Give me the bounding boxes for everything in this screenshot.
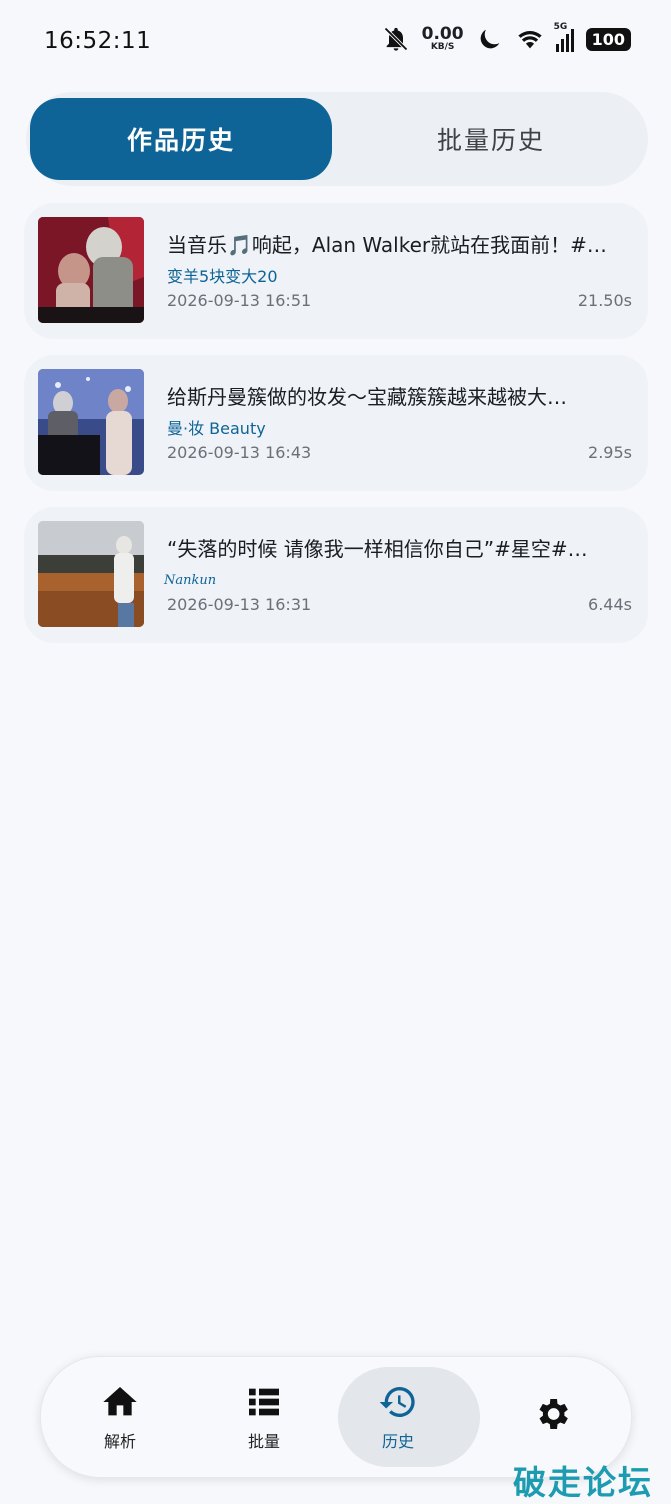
signal-icon: 5G [554,22,574,52]
item-duration: 6.44s [588,595,632,614]
item-duration: 2.95s [588,443,632,462]
item-title: 当音乐🎵响起，Alan Walker就站在我面前！#… [167,233,607,257]
net-speed-value: 0.00 [421,24,464,44]
nav-history[interactable]: 历史 [328,1357,480,1477]
item-date: 2026-09-13 16:51 [167,291,312,310]
item-author: Nankun [164,573,217,588]
status-bar: 16:52:11 0.00 KB/S 5G 100 [0,0,671,80]
status-time: 16:52:11 [44,28,152,54]
item-author: 变羊5块变大20 [167,267,278,286]
tab-batch-history[interactable]: 批量历史 [356,98,626,180]
item-author: 曼·妆 Beauty [167,419,266,438]
item-duration: 21.50s [577,291,632,310]
history-tabs: 作品历史 批量历史 [26,92,648,186]
nav-batch[interactable]: 批量 [194,1357,334,1477]
video-thumbnail [38,521,144,627]
moon-icon [480,29,499,49]
nav-parse-label: 解析 [103,1432,136,1451]
status-icons: 0.00 KB/S 5G 100 [382,22,631,53]
home-icon [103,1387,137,1416]
history-item[interactable]: “失落的时候 请像我一样相信你自己”#星空#… Nankun 2026-09-1… [24,507,648,643]
item-date: 2026-09-13 16:31 [167,595,312,614]
gear-icon [539,1399,568,1429]
bell-off-icon [383,27,408,51]
nav-parse[interactable]: 解析 [50,1357,190,1477]
signal-label: 5G [553,22,568,32]
history-icon [379,1387,415,1417]
net-speed-unit: KB/S [430,42,455,52]
wifi-icon [517,31,542,49]
item-title: “失落的时候 请像我一样相信你自己”#星空#… [167,537,588,561]
nav-batch-label: 批量 [247,1432,280,1451]
item-date: 2026-09-13 16:43 [167,443,312,462]
history-item[interactable]: 给斯丹曼簇做的妆发～宝藏簇簇越来越被大… 曼·妆 Beauty 2026-09-… [24,355,648,491]
net-speed: 0.00 KB/S [422,26,464,52]
video-thumbnail [38,217,144,323]
video-thumbnail [38,369,144,475]
watermark: 破走论坛 [513,1463,653,1502]
list-icon [249,1388,279,1416]
nav-history-label: 历史 [381,1432,414,1451]
history-item[interactable]: 当音乐🎵响起，Alan Walker就站在我面前！#… 变羊5块变大20 202… [24,203,648,339]
battery-icon: 100 [585,27,631,51]
item-title: 给斯丹曼簇做的妆发～宝藏簇簇越来越被大… [167,385,567,409]
tab-works-history[interactable]: 作品历史 [30,98,332,180]
